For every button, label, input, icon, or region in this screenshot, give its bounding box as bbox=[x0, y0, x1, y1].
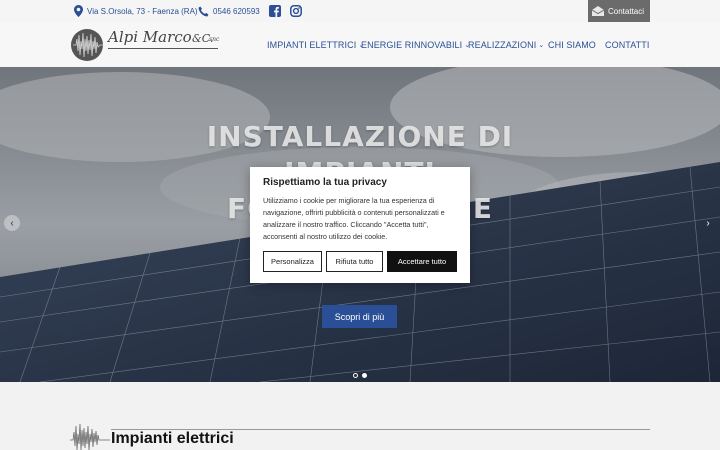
nav-chi-siamo[interactable]: CHI SIAMO bbox=[548, 22, 596, 67]
nav-label: REALIZZAZIONI bbox=[468, 39, 537, 50]
customize-label: Personalizza bbox=[271, 257, 314, 266]
address-item[interactable]: Via S.Orsola, 73 - Faenza (RA) bbox=[74, 0, 198, 22]
instagram-icon bbox=[290, 5, 302, 17]
cookie-title: Rispettiamo la tua privacy bbox=[263, 177, 387, 188]
contact-button-label: Contattaci bbox=[608, 6, 645, 16]
site-logo[interactable]: Alpi Marco &C. snc bbox=[70, 27, 222, 63]
nav-energie-rinnovabili[interactable]: ENERGIE RINNOVABILI ⌄ bbox=[361, 22, 470, 67]
instagram-link[interactable] bbox=[290, 0, 302, 22]
cookie-consent-dialog: Rispettiamo la tua privacy Utilizziamo i… bbox=[250, 167, 470, 283]
reject-all-label: Rifiuta tutto bbox=[335, 257, 374, 266]
logo-text: Alpi Marco bbox=[108, 28, 192, 46]
nav-contatti[interactable]: CONTATTI bbox=[605, 22, 649, 67]
phone-text: 0546 620593 bbox=[213, 6, 260, 16]
facebook-link[interactable] bbox=[269, 0, 281, 22]
nav-label: CONTATTI bbox=[605, 39, 650, 50]
phone-icon bbox=[198, 6, 209, 17]
envelope-icon bbox=[591, 5, 605, 17]
address-text: Via S.Orsola, 73 - Faenza (RA) bbox=[87, 6, 198, 16]
cookie-text: Utilizziamo i cookie per migliorare la t… bbox=[263, 196, 445, 241]
top-bar: Via S.Orsola, 73 - Faenza (RA) 0546 6205… bbox=[0, 0, 720, 22]
slider-dot-1[interactable] bbox=[353, 373, 358, 378]
waveform-icon bbox=[70, 423, 110, 450]
logo-small: snc bbox=[209, 36, 220, 43]
discover-more-button[interactable]: Scopri di più bbox=[322, 305, 397, 328]
reject-all-button[interactable]: Rifiuta tutto bbox=[326, 251, 383, 272]
slider-next-button[interactable]: › bbox=[700, 215, 716, 231]
nav-label: CHI SIAMO bbox=[548, 39, 596, 50]
phone-item[interactable]: 0546 620593 bbox=[198, 0, 260, 22]
nav-label: IMPIANTI ELETTRICI bbox=[267, 39, 357, 50]
nav-realizzazioni[interactable]: REALIZZAZIONI ⌄ bbox=[468, 22, 544, 67]
slider-dot-2[interactable] bbox=[362, 373, 367, 378]
section-title: Impianti elettrici bbox=[111, 430, 234, 447]
slider-prev-button[interactable]: ‹ bbox=[4, 215, 20, 231]
chevron-down-icon: ⌄ bbox=[538, 41, 545, 49]
chevron-left-icon: ‹ bbox=[10, 217, 14, 229]
discover-more-label: Scopri di più bbox=[334, 311, 385, 322]
hero-title-line: INSTALLAZIONE DI bbox=[206, 120, 514, 153]
impianti-section: Impianti elettrici bbox=[0, 382, 720, 450]
contact-button[interactable]: Contattaci bbox=[588, 0, 650, 22]
nav-impianti-elettrici[interactable]: IMPIANTI ELETTRICI ⌄ bbox=[267, 22, 364, 67]
accept-all-label: Accettare tutto bbox=[397, 257, 447, 266]
site-header: Alpi Marco &C. snc IMPIANTI ELETTRICI ⌄ E… bbox=[0, 22, 720, 68]
nav-label: ENERGIE RINNOVABILI bbox=[361, 39, 463, 50]
location-pin-icon bbox=[74, 5, 83, 17]
logo-underline bbox=[108, 48, 218, 49]
customize-button[interactable]: Personalizza bbox=[263, 251, 322, 272]
facebook-icon bbox=[269, 5, 281, 17]
accept-all-button[interactable]: Accettare tutto bbox=[387, 251, 457, 272]
chevron-right-icon: › bbox=[706, 217, 710, 229]
